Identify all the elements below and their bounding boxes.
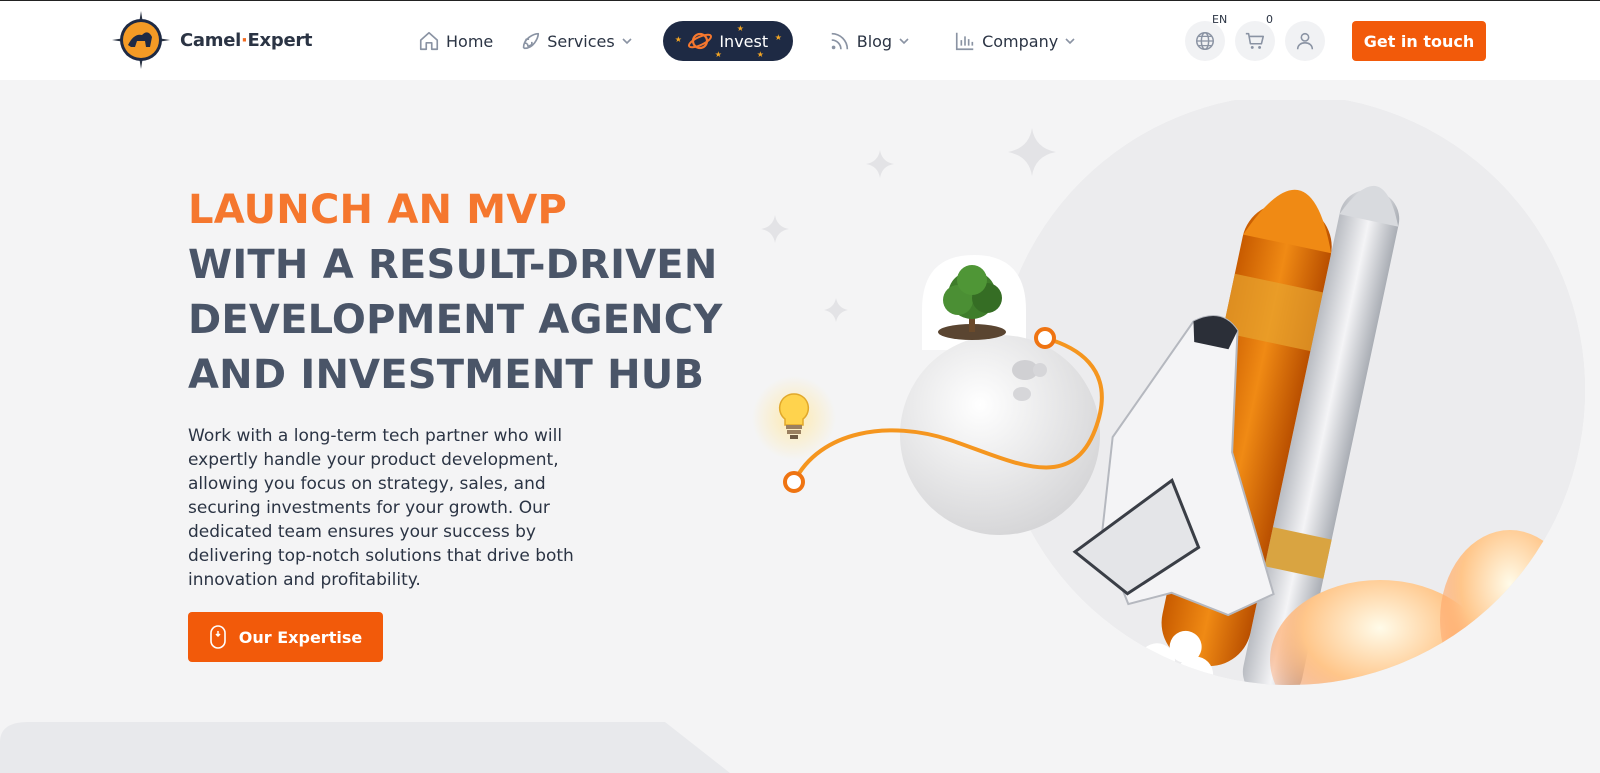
hero-title-line: AND INVESTMENT HUB <box>188 352 705 398</box>
nav-blog-label: Blog <box>856 31 893 51</box>
sparkle-icon <box>761 215 789 243</box>
hero-title-accent: LAUNCH AN MVP <box>188 187 567 233</box>
globe-icon <box>1196 32 1214 50</box>
account-button[interactable] <box>1285 21 1325 61</box>
cart-icon <box>1245 32 1265 49</box>
bar-chart-icon <box>956 32 974 51</box>
nav-company-label: Company <box>982 31 1059 51</box>
sparkle-icon <box>1008 128 1056 176</box>
hero-title-line: DEVELOPMENT AGENCY <box>188 297 723 343</box>
nav-invest-label: Invest <box>719 31 769 51</box>
home-icon <box>419 31 439 51</box>
nav-invest[interactable]: ★ ★ ★ ★ ★ Invest <box>662 21 793 61</box>
star-icon: ★ <box>674 35 682 44</box>
nav-blog[interactable]: Blog <box>829 30 910 52</box>
next-section-edge <box>0 722 730 773</box>
star-icon: ★ <box>756 50 764 59</box>
hero-title: LAUNCH AN MVP WITH A RESULT-DRIVEN DEVEL… <box>188 183 723 403</box>
cart-button[interactable] <box>1235 21 1275 61</box>
main-nav: Home Services ★ ★ ★ ★ ★ Invest Blog Comp… <box>418 21 1076 61</box>
sparkle-icon <box>824 298 848 322</box>
star-icon: ★ <box>736 24 744 33</box>
get-in-touch-button[interactable]: Get in touch <box>1352 21 1486 61</box>
brand-name: Camel·Expert <box>180 29 313 51</box>
chevron-down-icon <box>899 38 909 45</box>
site-header: Camel·Expert Home Services ★ ★ ★ ★ ★ Inv… <box>0 0 1600 80</box>
brand-logo[interactable]: Camel·Expert <box>112 11 313 69</box>
nav-home[interactable]: Home <box>418 30 493 52</box>
mouse-icon <box>209 625 226 649</box>
our-expertise-button[interactable]: Our Expertise <box>188 612 383 662</box>
nav-home-label: Home <box>446 31 494 51</box>
chevron-down-icon <box>622 38 632 45</box>
hero-title-line: WITH A RESULT-DRIVEN <box>188 242 718 288</box>
chevron-down-icon <box>1065 38 1075 45</box>
star-icon: ★ <box>714 50 722 59</box>
rss-icon <box>831 32 848 50</box>
hero-illustration <box>752 100 1585 685</box>
nav-services-label: Services <box>547 31 615 51</box>
compass-logo-icon <box>112 11 170 69</box>
user-icon <box>1296 32 1314 50</box>
star-icon: ★ <box>774 33 782 42</box>
sparkle-icon <box>866 150 894 178</box>
our-expertise-label: Our Expertise <box>238 627 363 647</box>
nav-services[interactable]: Services <box>519 30 632 52</box>
nav-company[interactable]: Company <box>954 30 1076 52</box>
rocket-icon <box>523 32 540 50</box>
planet-icon <box>688 32 713 50</box>
language-button[interactable] <box>1185 21 1225 61</box>
hero-description: Work with a long-term tech partner who w… <box>188 426 574 590</box>
